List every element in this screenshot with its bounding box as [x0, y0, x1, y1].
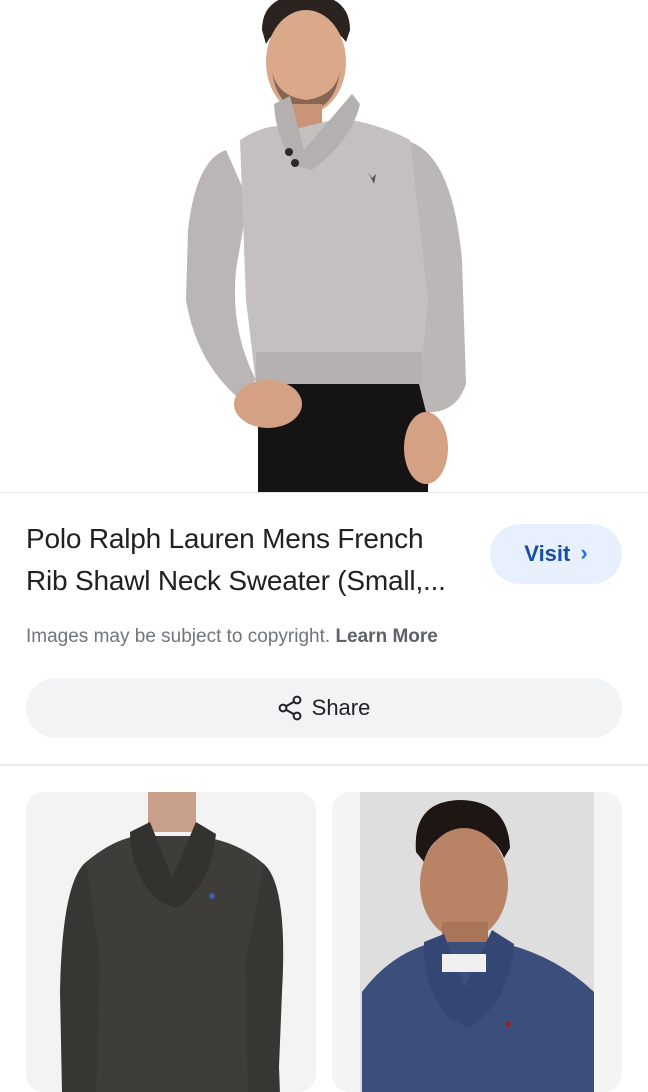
section-divider	[0, 764, 648, 766]
copyright-notice: Images may be subject to copyright. Lear…	[26, 626, 438, 648]
chevron-right-icon: ›	[580, 540, 588, 565]
share-icon	[278, 695, 302, 721]
image-divider	[0, 492, 648, 493]
share-button[interactable]: Share	[26, 678, 622, 738]
visit-label: Visit	[524, 541, 571, 566]
visit-button[interactable]: Visit ›	[490, 524, 622, 584]
share-label: Share	[311, 695, 371, 720]
related-image-2[interactable]	[332, 792, 622, 1092]
related-image-1[interactable]	[26, 792, 316, 1092]
sweater-model-photo	[186, 0, 466, 492]
product-title[interactable]: Polo Ralph Lauren Mens French Rib Shawl …	[26, 518, 466, 602]
navy-shawl-sweater-photo	[332, 792, 622, 1092]
copyright-text: Images may be subject to copyright.	[26, 626, 331, 647]
learn-more-link[interactable]: Learn More	[335, 626, 437, 647]
main-product-image[interactable]	[0, 0, 648, 492]
charcoal-shawl-sweater-photo	[26, 792, 316, 1092]
